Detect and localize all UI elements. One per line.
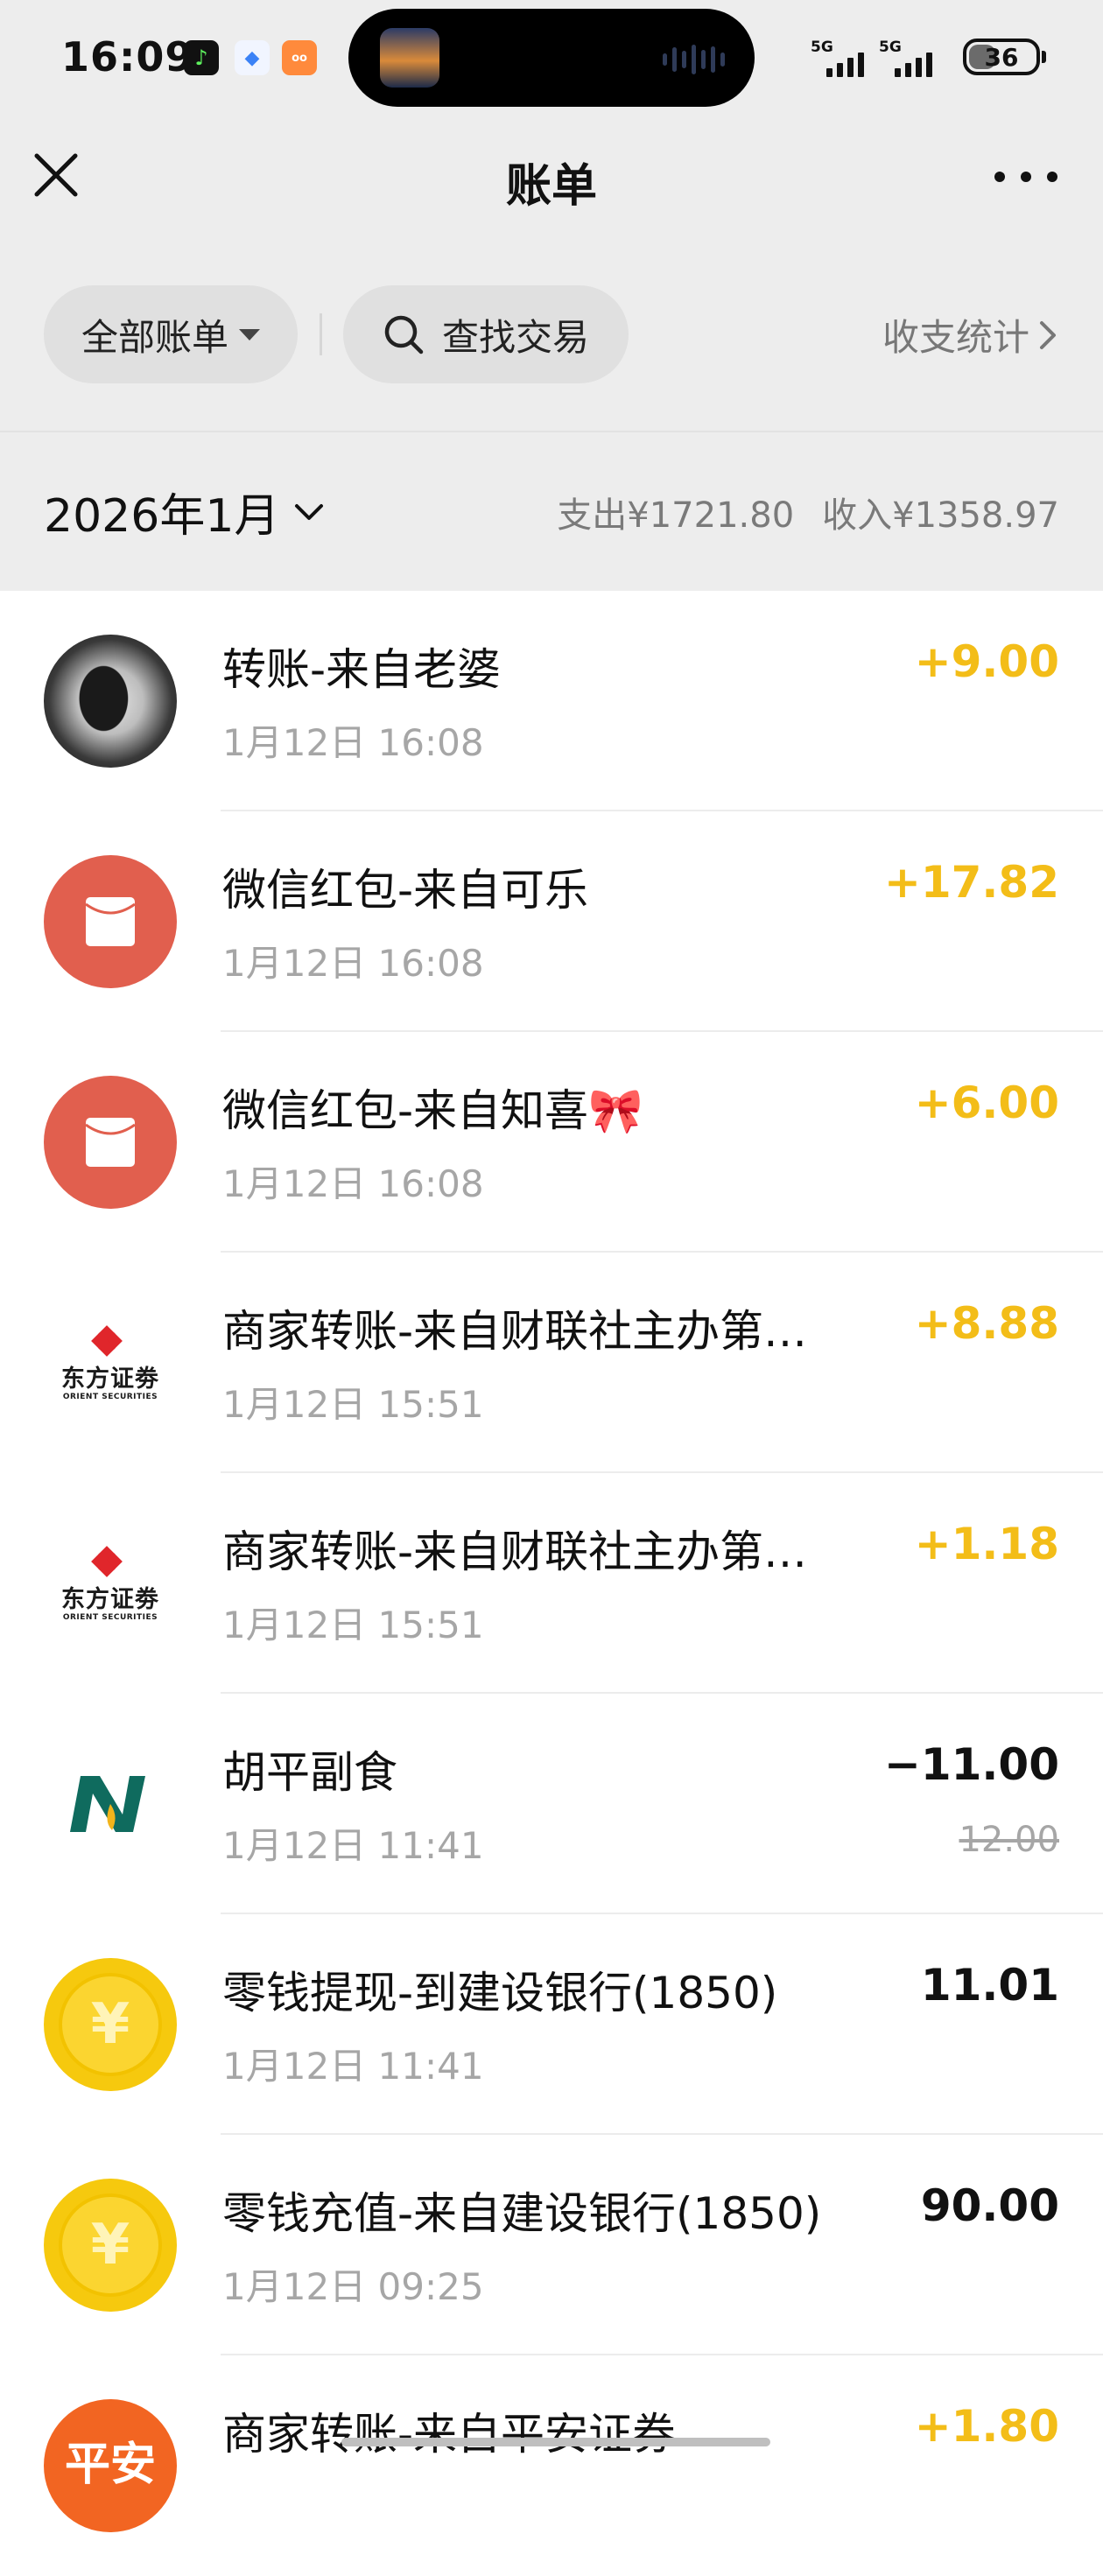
coin-symbol: ¥ [59, 1973, 162, 2076]
income-expense-stats-link[interactable]: 收支统计 [882, 308, 1057, 361]
month-summary: 支出¥1721.80 收入¥1358.97 [557, 487, 1059, 537]
logo-subtext: ORIENT SECURITIES [62, 1612, 158, 1622]
all-bills-dropdown[interactable]: 全部账单 [44, 285, 298, 383]
home-indicator[interactable] [341, 2438, 770, 2446]
red-packet-icon [44, 855, 177, 988]
orient-securities-logo: 东方证劵 ORIENT SECURITIES [44, 1517, 177, 1650]
transaction-title: 微信红包-来自可乐 [222, 865, 589, 916]
chevron-down-icon [295, 503, 324, 520]
merchant-n-icon [70, 1776, 145, 1832]
filter-divider [320, 313, 322, 355]
battery-level: 36 [984, 42, 1019, 72]
music-app-icon: ♪ [184, 40, 219, 75]
envelope-icon [85, 897, 136, 946]
more-dot [1047, 172, 1057, 182]
logo-subtext: ORIENT SECURITIES [62, 1392, 158, 1401]
signal-2: 5G [879, 39, 942, 79]
ucoo-app-icon: oo [282, 40, 317, 75]
envelope-icon [85, 1118, 136, 1167]
transaction-amount: +6.00 [914, 1077, 1059, 1128]
transaction-title: 零钱提现-到建设银行(1850) [222, 1968, 778, 2018]
dynamic-island[interactable] [348, 9, 755, 107]
chevron-right-icon [1040, 320, 1056, 349]
transaction-title: 胡平副食 [222, 1747, 397, 1798]
caret-down-icon [239, 328, 260, 340]
battery-icon: 36 [963, 39, 1040, 75]
signal-1: 5G [811, 39, 874, 79]
search-icon [384, 315, 424, 354]
orient-securities-mark [91, 1324, 123, 1357]
transaction-amount: +8.88 [914, 1298, 1059, 1349]
transaction-list: 转账-来自老婆 1月12日 16:08 +9.00 微信红包-来自可乐 1月12… [0, 591, 1103, 2576]
transaction-time: 1月12日 11:41 [222, 1824, 484, 1867]
transaction-row[interactable]: 平安 商家转账-来自平安证券 +1.80 [0, 2355, 1103, 2576]
merchant-logo [44, 1737, 177, 1871]
transaction-amount: +1.80 [914, 2401, 1059, 2452]
pingan-logo: 平安 [44, 2399, 177, 2532]
transaction-amount: −11.00 [883, 1739, 1059, 1790]
transaction-title: 转账-来自老婆 [222, 644, 502, 695]
orient-securities-logo: 东方证劵 ORIENT SECURITIES [44, 1296, 177, 1429]
transaction-amount: +1.18 [914, 1519, 1059, 1569]
page-title: 账单 [505, 160, 597, 213]
transaction-time: 1月12日 15:51 [222, 1604, 484, 1646]
audio-wave-icon [663, 44, 725, 75]
transaction-amount: +17.82 [883, 857, 1059, 908]
transaction-title: 商家转账-来自平安证券 [222, 2409, 677, 2460]
transaction-row[interactable]: 微信红包-来自知喜🎀 1月12日 16:08 +6.00 [0, 1032, 1103, 1253]
coin-icon: ¥ [44, 2179, 177, 2312]
transaction-time: 1月12日 16:08 [222, 1162, 484, 1205]
transaction-time: 1月12日 15:51 [222, 1383, 484, 1426]
red-packet-icon [44, 1076, 177, 1209]
logo-text: 平安 [64, 2439, 156, 2491]
transaction-title: 商家转账-来自财联社主办第… [222, 1527, 808, 1577]
transaction-row[interactable]: ¥ 零钱充值-来自建设银行(1850) 1月12日 09:25 90.00 [0, 2135, 1103, 2355]
transaction-time: 1月12日 11:41 [222, 2045, 484, 2088]
stats-label: 收支统计 [882, 316, 1029, 359]
logo-text: 东方证劵 [61, 1365, 159, 1393]
transaction-row[interactable]: 胡平副食 1月12日 11:41 −11.00 12.00 [0, 1694, 1103, 1914]
transaction-row[interactable]: 东方证劵 ORIENT SECURITIES 商家转账-来自财联社主办第… 1月… [0, 1473, 1103, 1694]
all-bills-label: 全部账单 [81, 315, 228, 359]
month-selector[interactable]: 2026年1月 [44, 479, 325, 544]
search-label: 查找交易 [441, 315, 589, 359]
month-label: 2026年1月 [44, 490, 280, 543]
transaction-row[interactable]: 转账-来自老婆 1月12日 16:08 +9.00 [0, 591, 1103, 811]
month-expense: 支出¥1721.80 [557, 495, 795, 536]
transaction-row[interactable]: 微信红包-来自可乐 1月12日 16:08 +17.82 [0, 811, 1103, 1032]
transaction-time: 1月12日 16:08 [222, 942, 484, 985]
logo-text: 东方证劵 [61, 1585, 159, 1613]
coin-symbol: ¥ [59, 2193, 162, 2297]
media-thumbnail [380, 28, 439, 88]
transaction-time: 1月12日 09:25 [222, 2265, 484, 2308]
transaction-title: 商家转账-来自财联社主办第… [222, 1306, 808, 1357]
transaction-row[interactable]: ¥ 零钱提现-到建设银行(1850) 1月12日 11:41 11.01 [0, 1914, 1103, 2135]
cloud-app-icon: ◆ [235, 40, 270, 75]
status-bar: 16:09 ♪ ◆ oo 5G 5G 36 [0, 0, 1103, 118]
more-button[interactable] [994, 161, 1057, 193]
transaction-amount: +9.00 [914, 636, 1059, 687]
orient-securities-mark [91, 1545, 123, 1577]
avatar [44, 635, 177, 768]
header-divider [0, 431, 1103, 432]
coin-icon: ¥ [44, 1958, 177, 2091]
month-income: 收入¥1358.97 [822, 495, 1059, 536]
original-amount: 12.00 [959, 1820, 1059, 1860]
signal-bars-icon [826, 51, 864, 77]
transaction-row[interactable]: 东方证劵 ORIENT SECURITIES 商家转账-来自财联社主办第… 1月… [0, 1253, 1103, 1473]
status-time: 16:09 [61, 33, 194, 81]
battery-nub [1042, 51, 1046, 63]
more-dot [994, 172, 1005, 182]
transaction-title: 零钱充值-来自建设银行(1850) [222, 2188, 822, 2239]
more-dot [1021, 172, 1031, 182]
search-transactions-button[interactable]: 查找交易 [343, 285, 629, 383]
transaction-amount: 11.01 [920, 1960, 1059, 2011]
signal-bars-icon [895, 51, 932, 77]
transaction-time: 1月12日 16:08 [222, 721, 484, 764]
transaction-title: 微信红包-来自知喜🎀 [222, 1085, 643, 1136]
transaction-amount: 90.00 [920, 2180, 1059, 2231]
